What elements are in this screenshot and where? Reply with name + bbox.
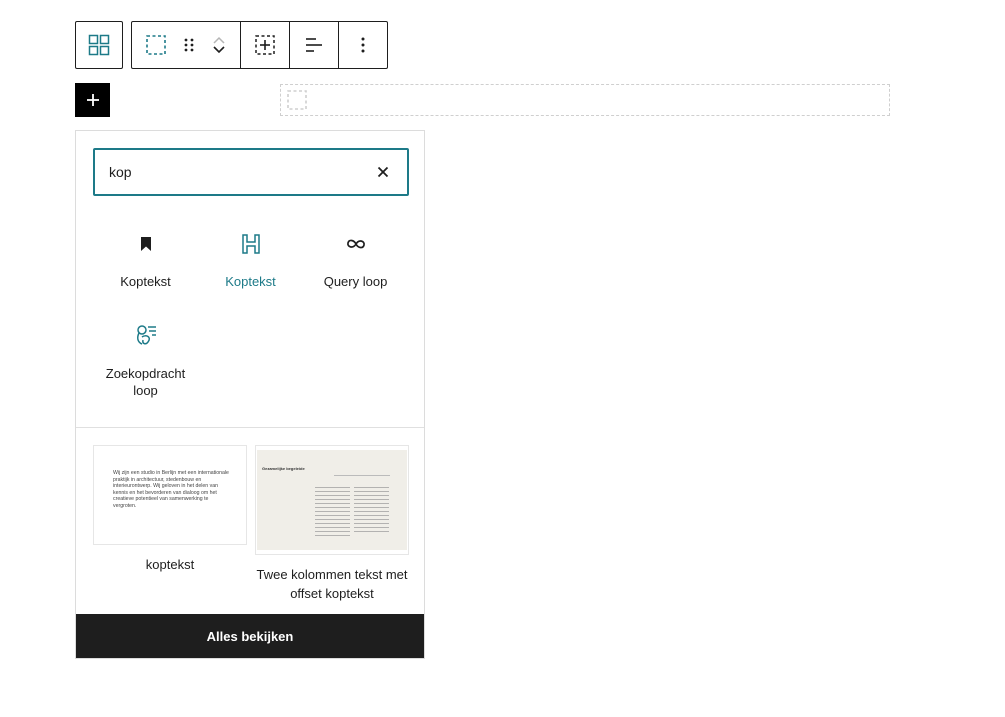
move-buttons (198, 22, 240, 68)
block-toolbar-parent (75, 21, 123, 69)
plus-icon (86, 94, 99, 106)
pattern-preview-column (354, 487, 389, 535)
block-inserter-panel: Koptekst Koptekst Query loop (75, 130, 425, 659)
align-button[interactable] (290, 22, 338, 68)
block-type-button[interactable] (132, 22, 180, 68)
empty-block-placeholder[interactable] (280, 84, 890, 116)
block-layout-icon (88, 34, 110, 56)
pattern-preview-background: Gezamelijke begeleide (257, 450, 407, 550)
block-frame-icon (255, 35, 275, 55)
loop-icon (346, 239, 365, 249)
block-option-label: Koptekst (120, 274, 171, 289)
add-block-button[interactable] (75, 83, 110, 117)
pattern-option-koptekst[interactable]: Wij zijn een studio in Berlijn met een i… (93, 445, 247, 574)
block-option-koptekst[interactable]: Koptekst (93, 231, 198, 290)
block-option-heading[interactable]: Koptekst (198, 231, 303, 290)
block-option-label: Koptekst (225, 274, 276, 289)
more-options-button[interactable] (339, 22, 387, 68)
drag-handle-icon (184, 38, 194, 52)
drag-handle[interactable] (180, 22, 198, 68)
block-option-query-loop[interactable]: Query loop (303, 231, 408, 290)
pattern-preview-title: Gezamelijke begeleide (262, 466, 305, 471)
search-loop-icon (136, 325, 156, 345)
pattern-preview-column (315, 487, 350, 539)
pattern-preview-rule (334, 475, 390, 476)
select-parent-button[interactable] (76, 22, 122, 68)
section-divider (76, 427, 424, 428)
block-option-label: Zoekopdracht loop (105, 366, 186, 398)
block-option-label: Query loop (323, 274, 388, 289)
pattern-preview: Gezamelijke begeleide (255, 445, 409, 555)
pattern-option-two-columns[interactable]: Gezamelijke begeleide Twee kolommen teks… (255, 445, 409, 603)
browse-all-label: Alles bekijken (206, 628, 294, 644)
group-placeholder-icon (287, 90, 307, 110)
move-down-icon[interactable] (212, 45, 226, 55)
more-options-icon (361, 37, 365, 53)
pattern-label: Twee kolommen tekst met offset koptekst (256, 567, 408, 601)
browse-all-button[interactable]: Alles bekijken (76, 614, 424, 658)
close-icon (377, 166, 389, 178)
clear-search-button[interactable] (373, 162, 393, 182)
search-input[interactable] (109, 164, 373, 180)
heading-icon (241, 234, 260, 254)
bookmark-icon (140, 237, 151, 251)
search-box (93, 148, 409, 196)
align-left-icon (306, 38, 322, 52)
group-select-icon (146, 35, 166, 55)
block-option-search-loop[interactable]: Zoekopdracht loop (93, 323, 198, 399)
block-frame-button[interactable] (241, 22, 289, 68)
pattern-preview: Wij zijn een studio in Berlijn met een i… (93, 445, 247, 545)
block-toolbar (131, 21, 388, 69)
pattern-label: koptekst (145, 557, 195, 572)
pattern-preview-text: Wij zijn een studio in Berlijn met een i… (113, 470, 229, 509)
move-up-icon[interactable] (212, 35, 226, 45)
